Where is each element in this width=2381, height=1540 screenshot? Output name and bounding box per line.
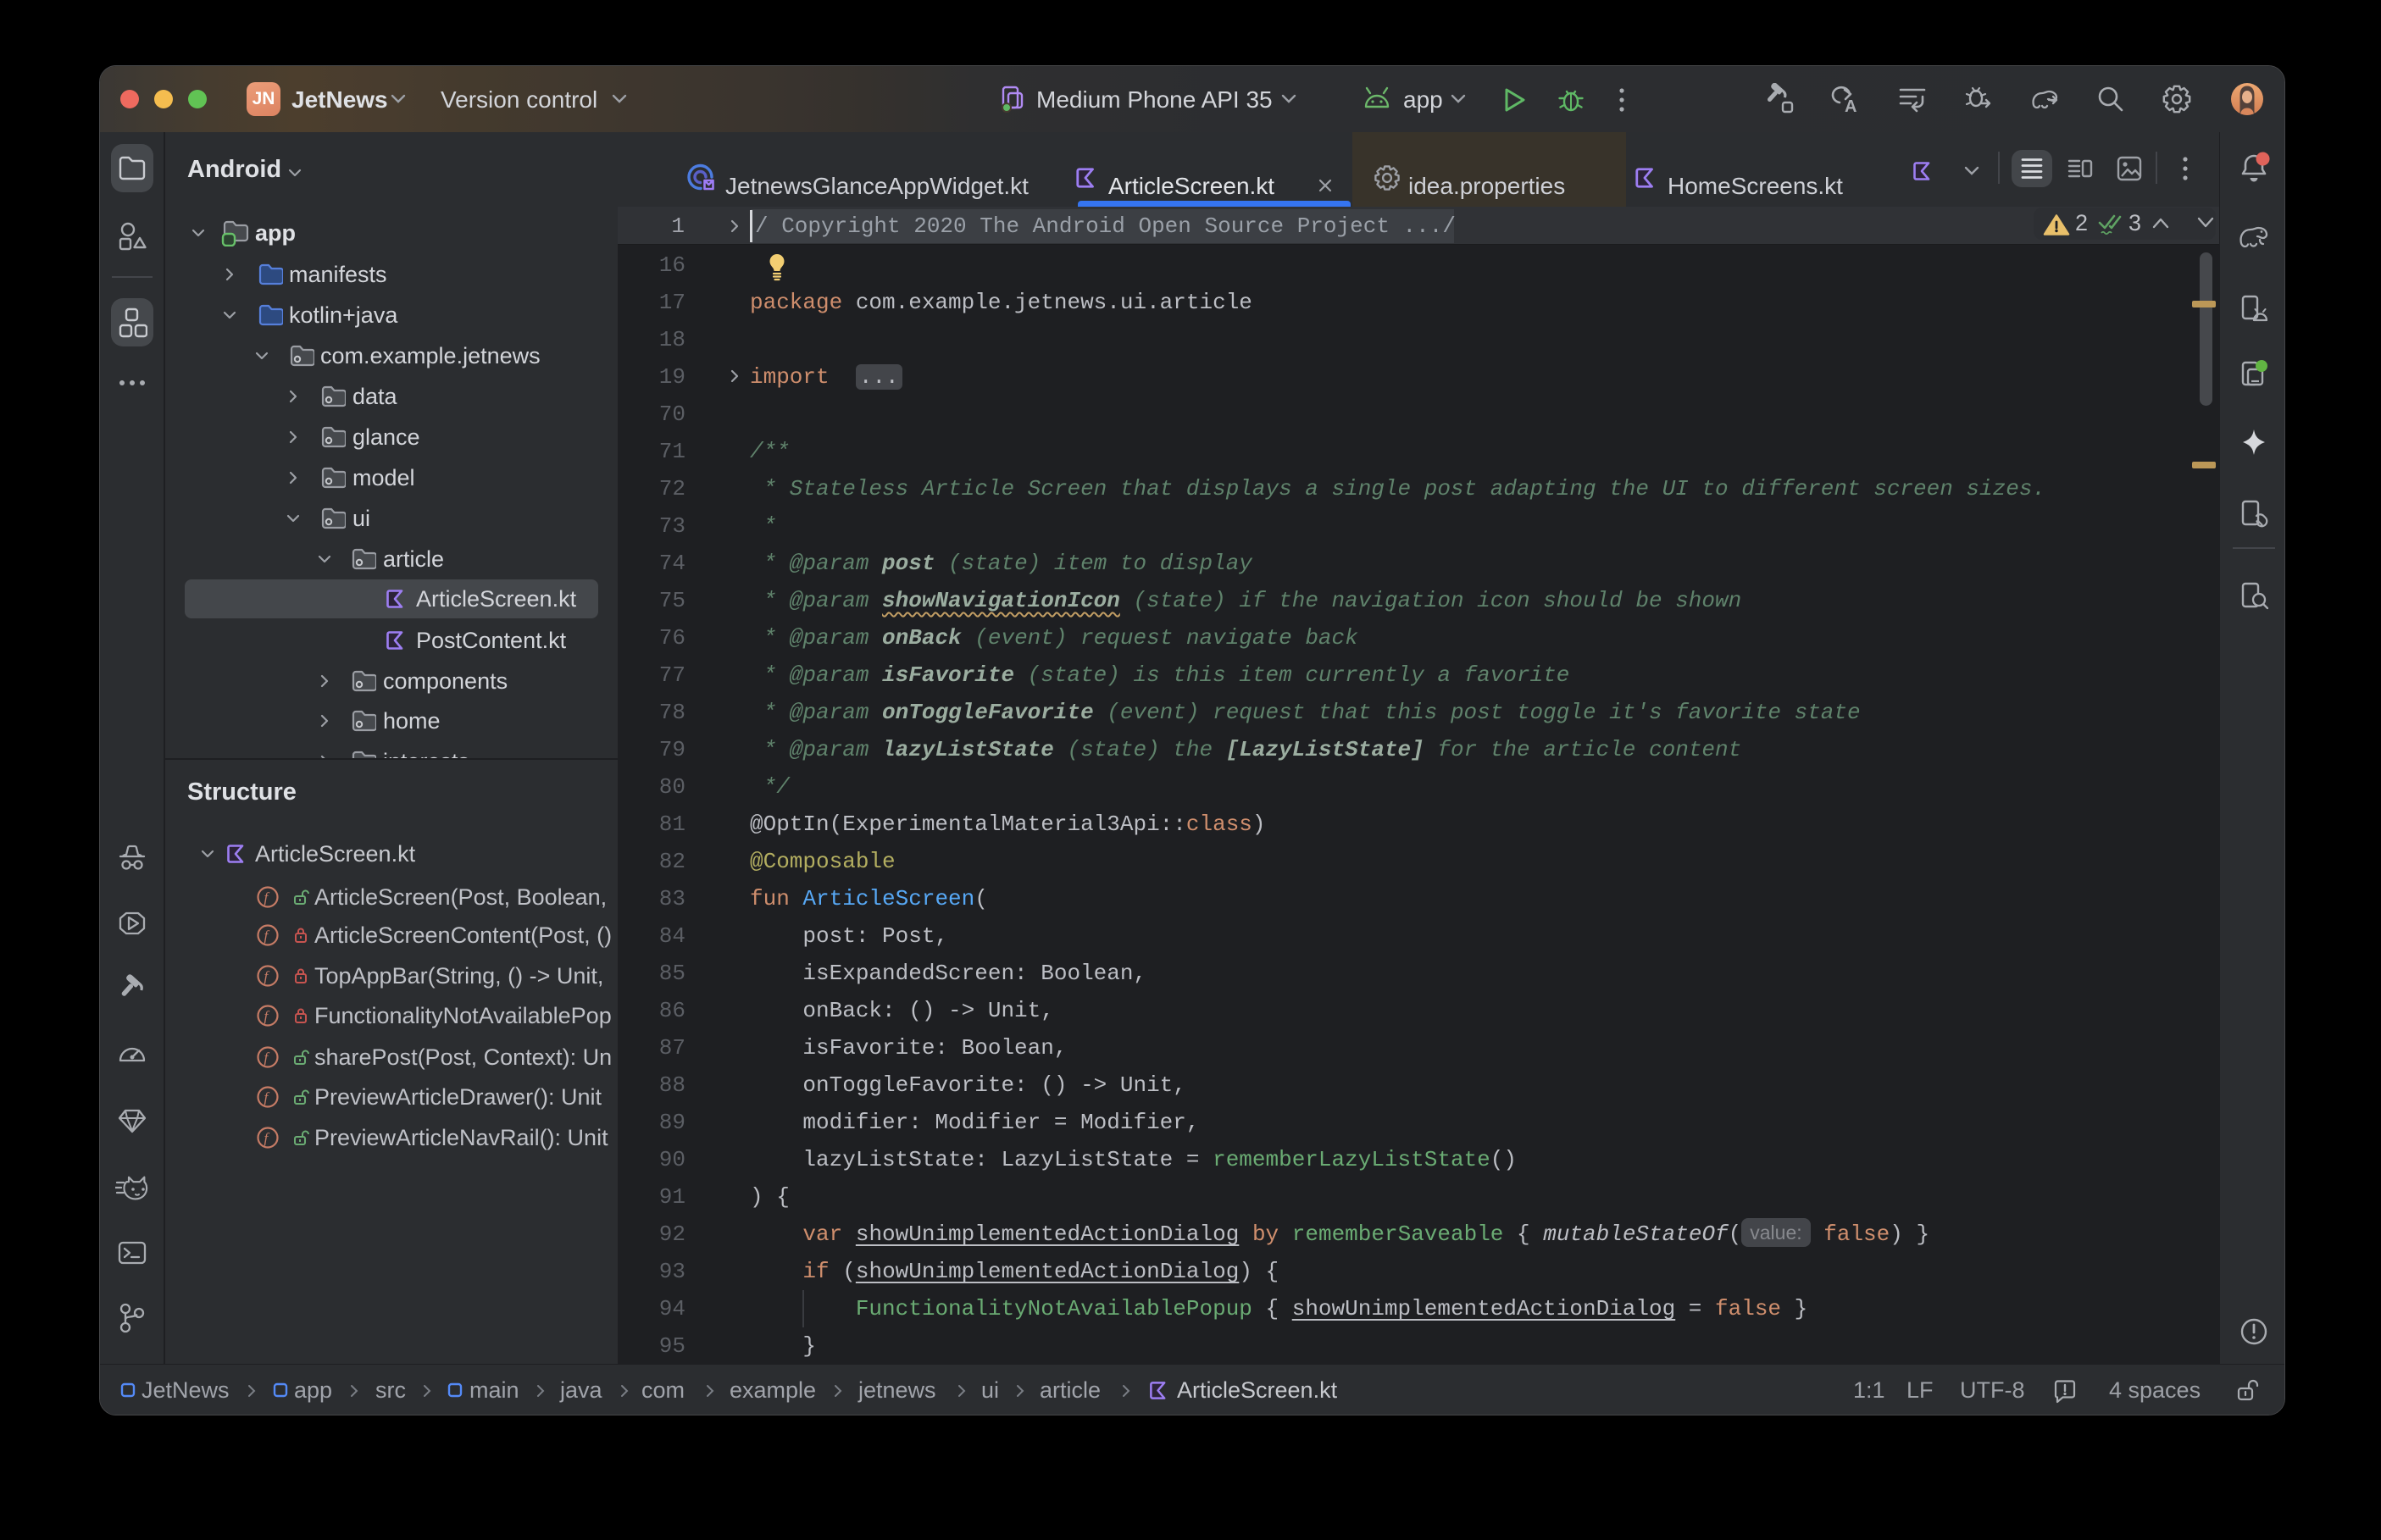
svg-text:A: A (1845, 97, 1857, 115)
